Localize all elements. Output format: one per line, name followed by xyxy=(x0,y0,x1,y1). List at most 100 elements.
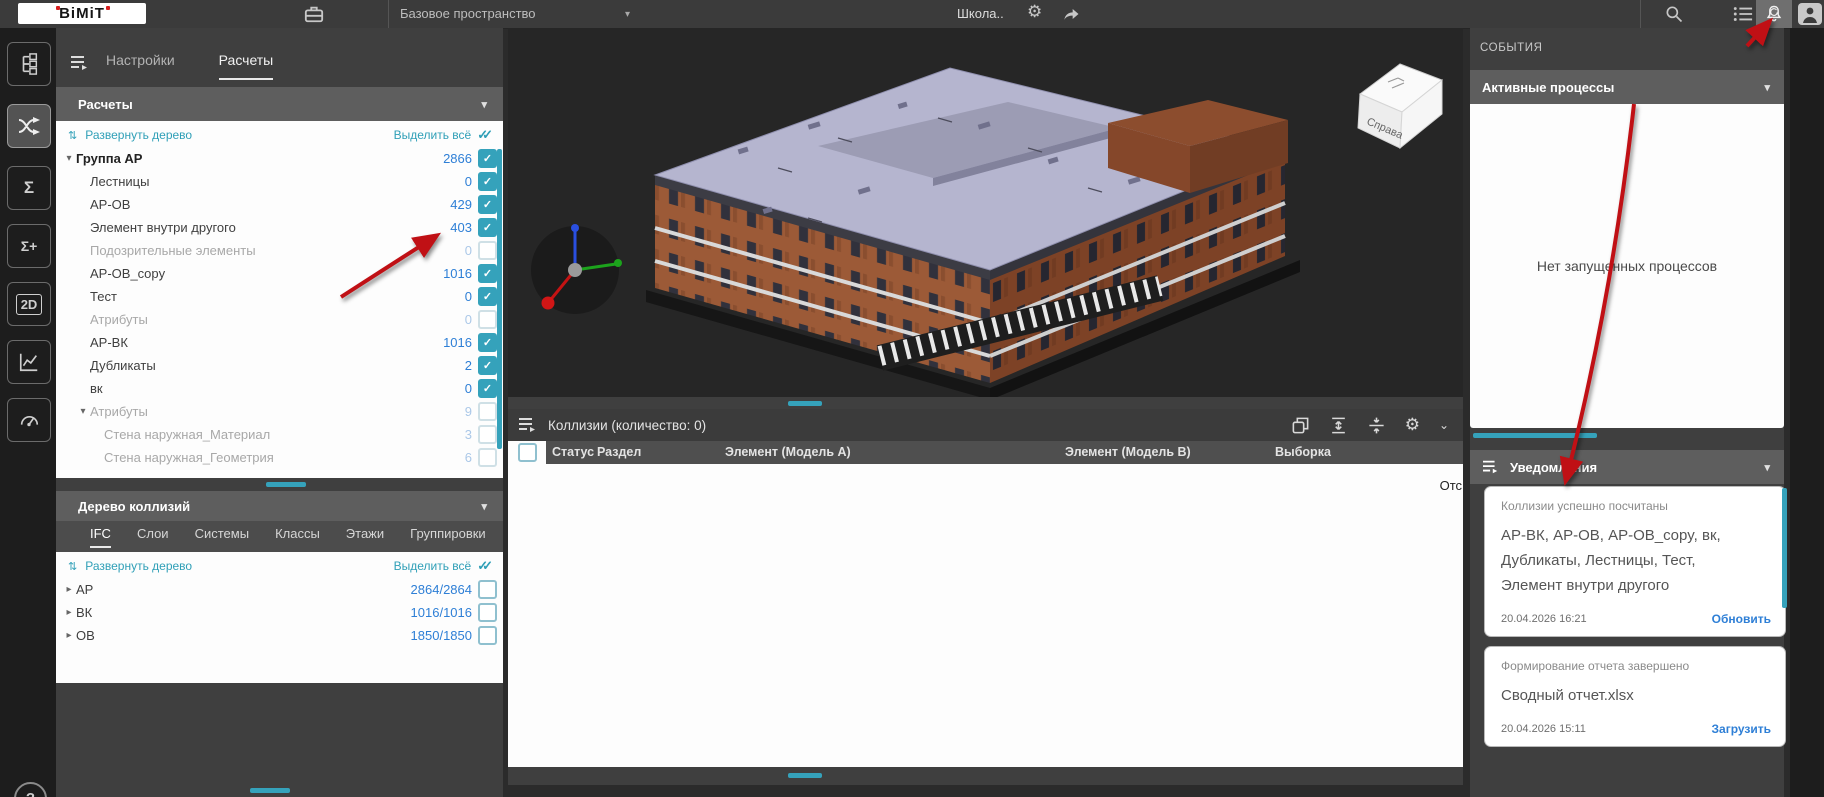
tree-item-count[interactable]: 403 xyxy=(450,220,472,235)
tree-item-count[interactable]: 1016 xyxy=(443,335,472,350)
expand-arrow-icon[interactable]: ▸ xyxy=(62,607,76,618)
tree-row[interactable]: АР-ВК 1016 xyxy=(56,331,503,354)
tree-item-count[interactable]: 0 xyxy=(465,289,472,304)
viewport-table-splitter[interactable] xyxy=(508,397,1463,409)
chevron-down-icon[interactable]: ▾ xyxy=(625,9,630,20)
panel-resize-handle[interactable] xyxy=(250,788,290,793)
tree-item-checkbox[interactable] xyxy=(478,241,497,260)
tree-tab[interactable]: Классы xyxy=(275,526,320,546)
notification-card[interactable]: Формирование отчета завершено Сводный от… xyxy=(1484,646,1786,747)
tree-row[interactable]: Элемент внутри другого 403 xyxy=(56,216,503,239)
gauge-icon[interactable] xyxy=(7,398,51,442)
tree-item-count[interactable]: 9 xyxy=(465,404,472,419)
tree-row[interactable]: Подозрительные элементы 0 xyxy=(56,239,503,262)
share-icon[interactable] xyxy=(1061,4,1083,24)
list-menu-icon[interactable] xyxy=(1732,4,1754,24)
settings-gear-icon[interactable]: ⚙ xyxy=(1027,2,1049,22)
notification-action-link[interactable]: Обновить xyxy=(1712,612,1771,626)
horizontal-scrollbar[interactable] xyxy=(1473,433,1597,438)
fit-height-icon[interactable] xyxy=(1329,416,1348,435)
column-status[interactable]: Статус xyxy=(552,445,594,459)
expand-collapse-icon[interactable]: ⇅ xyxy=(68,560,77,573)
column-element-b[interactable]: Элемент (Модель В) xyxy=(1065,445,1191,459)
panel-tab[interactable]: Настройки xyxy=(106,52,175,80)
tree-item-count[interactable]: 0 xyxy=(465,381,472,396)
splitter-handle[interactable] xyxy=(788,401,822,406)
tree-item-checkbox[interactable] xyxy=(478,218,497,237)
tree-row[interactable]: ▸ ВК 1016/1016 xyxy=(56,601,503,624)
sum-icon[interactable]: Σ xyxy=(7,166,51,210)
notifications-bell-button[interactable] xyxy=(1756,0,1792,28)
tree-row[interactable]: ▾ Группа АР 2866 xyxy=(56,147,503,170)
panel-resize-handle[interactable] xyxy=(266,482,306,487)
expand-arrow-icon[interactable]: ▾ xyxy=(62,153,76,164)
tree-row[interactable]: ▾ Атрибуты 9 xyxy=(56,400,503,423)
collision-tree-header[interactable]: Дерево коллизий ▾ xyxy=(56,491,503,521)
tree-item-count[interactable]: 1016/1016 xyxy=(411,605,472,620)
panel-menu-icon[interactable] xyxy=(518,416,538,434)
workspace-selector[interactable]: Базовое пространство xyxy=(400,6,536,21)
panel-menu-icon[interactable] xyxy=(1482,459,1500,475)
tree-row[interactable]: Тест 0 xyxy=(56,285,503,308)
tree-item-checkbox[interactable] xyxy=(478,195,497,214)
vertical-scrollbar[interactable] xyxy=(1782,488,1787,608)
tree-row[interactable]: Стена наружная_Материал 3 xyxy=(56,423,503,446)
tree-item-count[interactable]: 3 xyxy=(465,427,472,442)
tree-item-checkbox[interactable] xyxy=(478,149,497,168)
copy-icon[interactable] xyxy=(1291,416,1310,435)
chevron-down-icon[interactable]: ▾ xyxy=(481,500,487,513)
user-profile-icon[interactable] xyxy=(1798,3,1822,25)
tree-item-checkbox[interactable] xyxy=(478,626,497,645)
collapse-table-chevron-icon[interactable]: ⌄ xyxy=(1439,418,1449,432)
collisions-tool-icon[interactable] xyxy=(7,104,51,148)
chevron-down-icon[interactable]: ▾ xyxy=(481,98,487,111)
tree-item-count[interactable]: 1850/1850 xyxy=(411,628,472,643)
select-all-checkbox[interactable] xyxy=(518,443,537,462)
panel-menu-icon[interactable] xyxy=(70,54,90,72)
tree-item-checkbox[interactable] xyxy=(478,402,497,421)
tree-item-checkbox[interactable] xyxy=(478,603,497,622)
chart-icon[interactable] xyxy=(7,340,51,384)
tree-item-checkbox[interactable] xyxy=(478,425,497,444)
model-tree-icon[interactable] xyxy=(7,42,51,86)
column-element-a[interactable]: Элемент (Модель А) xyxy=(725,445,851,459)
tree-row[interactable]: Стена наружная_Геометрия 6 xyxy=(56,446,503,469)
tree-tab[interactable]: Этажи xyxy=(346,526,384,546)
notifications-header[interactable]: Уведомления ▾ xyxy=(1470,450,1784,484)
calc-section-header[interactable]: Расчеты ▾ xyxy=(56,87,503,121)
tree-row[interactable]: Лестницы 0 xyxy=(56,170,503,193)
tree-item-count[interactable]: 0 xyxy=(465,174,472,189)
tree-item-count[interactable]: 1016 xyxy=(443,266,472,281)
tree-tab[interactable]: IFC xyxy=(90,526,111,548)
column-section[interactable]: Раздел xyxy=(597,445,641,459)
tree-item-count[interactable]: 2 xyxy=(465,358,472,373)
tree-item-checkbox[interactable] xyxy=(478,264,497,283)
viewport-3d[interactable]: Справа xyxy=(508,28,1463,397)
tree-row[interactable]: ▸ ОВ 1850/1850 xyxy=(56,624,503,647)
help-button[interactable]: ? xyxy=(14,782,47,797)
panel-tab[interactable]: Расчеты xyxy=(219,52,274,80)
tree-tab[interactable]: Слои xyxy=(137,526,169,546)
briefcase-icon[interactable] xyxy=(303,4,325,24)
search-icon[interactable] xyxy=(1664,4,1686,24)
chevron-down-icon[interactable]: ▾ xyxy=(1764,461,1770,474)
tree-row[interactable]: АР-ОВ_copy 1016 xyxy=(56,262,503,285)
vertical-scrollbar[interactable] xyxy=(497,149,502,449)
expand-arrow-icon[interactable]: ▸ xyxy=(62,630,76,641)
tree-item-checkbox[interactable] xyxy=(478,356,497,375)
chevron-down-icon[interactable]: ▾ xyxy=(1764,81,1770,94)
select-all-link[interactable]: Выделить всё xyxy=(394,128,472,142)
tree-row[interactable]: вк 0 xyxy=(56,377,503,400)
tree-item-count[interactable]: 2866 xyxy=(443,151,472,166)
active-processes-header[interactable]: Активные процессы ▾ xyxy=(1470,70,1784,104)
app-logo[interactable]: BiMiT xyxy=(18,3,146,24)
column-selection[interactable]: Выборка xyxy=(1275,445,1331,459)
tree-item-checkbox[interactable] xyxy=(478,310,497,329)
tree-item-checkbox[interactable] xyxy=(478,580,497,599)
tree-item-count[interactable]: 429 xyxy=(450,197,472,212)
notification-card[interactable]: Коллизии успешно посчитаны АР-ВК, АР-ОВ,… xyxy=(1484,486,1786,637)
split-rows-icon[interactable] xyxy=(1367,416,1386,435)
tree-row[interactable]: Дубликаты 2 xyxy=(56,354,503,377)
expand-tree-link[interactable]: Развернуть дерево xyxy=(85,559,192,573)
tree-tab[interactable]: Группировки xyxy=(410,526,486,546)
